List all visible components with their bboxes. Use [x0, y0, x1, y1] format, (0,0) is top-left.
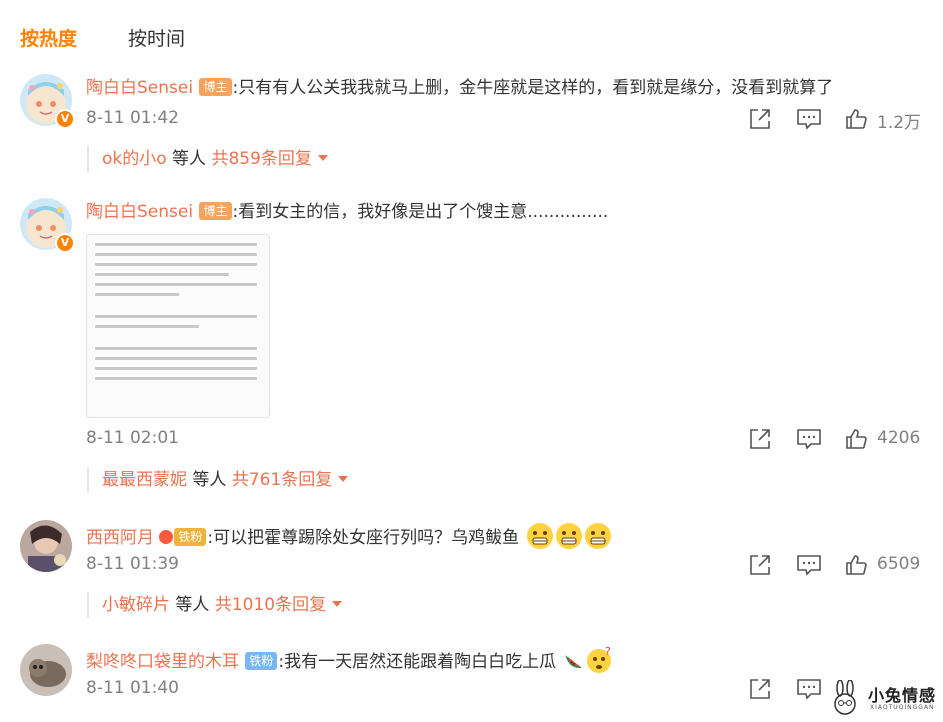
watermelon-emoji-icon — [564, 655, 582, 669]
comment-icon[interactable] — [796, 553, 822, 577]
like-icon[interactable] — [844, 107, 870, 131]
comment-time: 8-11 01:40 — [86, 678, 179, 698]
reply-user[interactable]: 最最西蒙妮 — [102, 470, 187, 490]
like-icon[interactable] — [844, 553, 870, 577]
reply-summary[interactable]: 小敏碎片 等人 共1010条回复 — [87, 592, 343, 618]
fan-tag: 铁粉 — [245, 652, 278, 670]
watermark-logo: 小兔情感 XIAOTUQINGGAN — [826, 680, 938, 720]
tab-hot[interactable]: 按热度 — [20, 24, 77, 51]
username[interactable]: 陶白白Sensei — [86, 202, 193, 222]
chevron-down-icon[interactable] — [317, 155, 328, 161]
reply-count[interactable]: 共1010条回复 — [215, 595, 326, 615]
like-count: 4206 — [877, 428, 921, 448]
avatar[interactable] — [20, 644, 72, 696]
comment-time: 8-11 01:39 — [86, 554, 179, 574]
tab-time[interactable]: 按时间 — [128, 24, 185, 51]
rabbit-logo-icon — [834, 680, 856, 715]
reply-count[interactable]: 共859条回复 — [211, 149, 311, 169]
comment-time: 8-11 01:42 — [86, 108, 179, 128]
watermark-subtext: XIAOTUQINGGAN — [870, 704, 935, 711]
repost-icon[interactable] — [748, 107, 774, 131]
reply-summary[interactable]: 最最西蒙妮 等人 共761条回复 — [87, 467, 349, 493]
repost-icon[interactable] — [748, 553, 774, 577]
comment-icon[interactable] — [796, 677, 822, 701]
comment-text: :只有有人公关我我就马上删，金牛座就是这样的，看到就是缘分，没看到就算了 — [232, 78, 834, 98]
like-count: 1.2万 — [877, 113, 922, 133]
grimace-emoji-icon — [526, 523, 553, 549]
comment-content: 陶白白Sensei 博主:只有有人公关我我就马上删，金牛座就是这样的，看到就是缘… — [86, 76, 833, 100]
grimace-emoji-icon — [555, 523, 582, 549]
comment-text: :看到女主的信，我好像是出了个馊主意............... — [232, 202, 609, 222]
svg-text:?: ? — [605, 646, 611, 658]
comment-item: 西西阿月 铁粉:可以把霍尊踢除处女座行列吗？乌鸡鲅鱼 8-11 01:39 65… — [0, 520, 943, 620]
comment-item: 梨咚咚口袋里的木耳 铁粉:我有一天居然还能跟着陶白白吃上瓜 ? 8-11 01:… — [0, 644, 943, 722]
avatar[interactable] — [20, 520, 72, 572]
attached-image[interactable] — [86, 234, 270, 418]
avatar[interactable]: V — [20, 74, 75, 129]
comment-time: 8-11 02:01 — [86, 428, 179, 448]
like-count: 6509 — [877, 554, 921, 574]
username[interactable]: 陶白白Sensei — [86, 78, 193, 98]
comment-content: 陶白白Sensei 博主:看到女主的信，我好像是出了个馊主意..........… — [86, 200, 608, 224]
comment-icon[interactable] — [796, 427, 822, 451]
watermark-text: 小兔情感 — [868, 686, 937, 705]
username[interactable]: 西西阿月 — [86, 528, 154, 548]
comment-item: V 陶白白Sensei 博主:看到女主的信，我好像是出了个馊主意........… — [0, 198, 943, 498]
comment-text: :我有一天居然还能跟着陶白白吃上瓜 — [278, 652, 557, 672]
blogger-tag: 博主 — [199, 202, 232, 220]
comment-content: 西西阿月 铁粉:可以把霍尊踢除处女座行列吗？乌鸡鲅鱼 — [86, 522, 612, 550]
fan-level-icon — [159, 530, 174, 544]
blogger-tag: 博主 — [199, 78, 232, 96]
username[interactable]: 梨咚咚口袋里的木耳 — [86, 652, 239, 672]
comment-content: 梨咚咚口袋里的木耳 铁粉:我有一天居然还能跟着陶白白吃上瓜 ? — [86, 646, 614, 674]
reply-user[interactable]: ok的小o — [102, 149, 167, 169]
grimace-emoji-icon — [584, 523, 611, 549]
like-icon[interactable] — [844, 427, 870, 451]
reply-summary[interactable]: ok的小o 等人 共859条回复 — [87, 146, 328, 172]
comment-icon[interactable] — [796, 107, 822, 131]
sort-tabs: 按热度 按时间 — [0, 0, 943, 70]
verified-badge: V — [55, 233, 75, 253]
reply-count[interactable]: 共761条回复 — [232, 470, 332, 490]
comment-text: :可以把霍尊踢除处女座行列吗？乌鸡鲅鱼 — [207, 528, 520, 548]
chevron-down-icon[interactable] — [332, 601, 343, 607]
thinking-emoji-icon: ? — [586, 646, 611, 673]
avatar[interactable]: V — [20, 198, 75, 253]
comment-item: V 陶白白Sensei 博主:只有有人公关我我就马上删，金牛座就是这样的，看到就… — [0, 74, 943, 184]
repost-icon[interactable] — [748, 677, 774, 701]
chevron-down-icon[interactable] — [338, 476, 349, 482]
verified-badge: V — [55, 109, 75, 129]
fan-tag: 铁粉 — [174, 528, 207, 546]
repost-icon[interactable] — [748, 427, 774, 451]
reply-user[interactable]: 小敏碎片 — [102, 595, 170, 615]
